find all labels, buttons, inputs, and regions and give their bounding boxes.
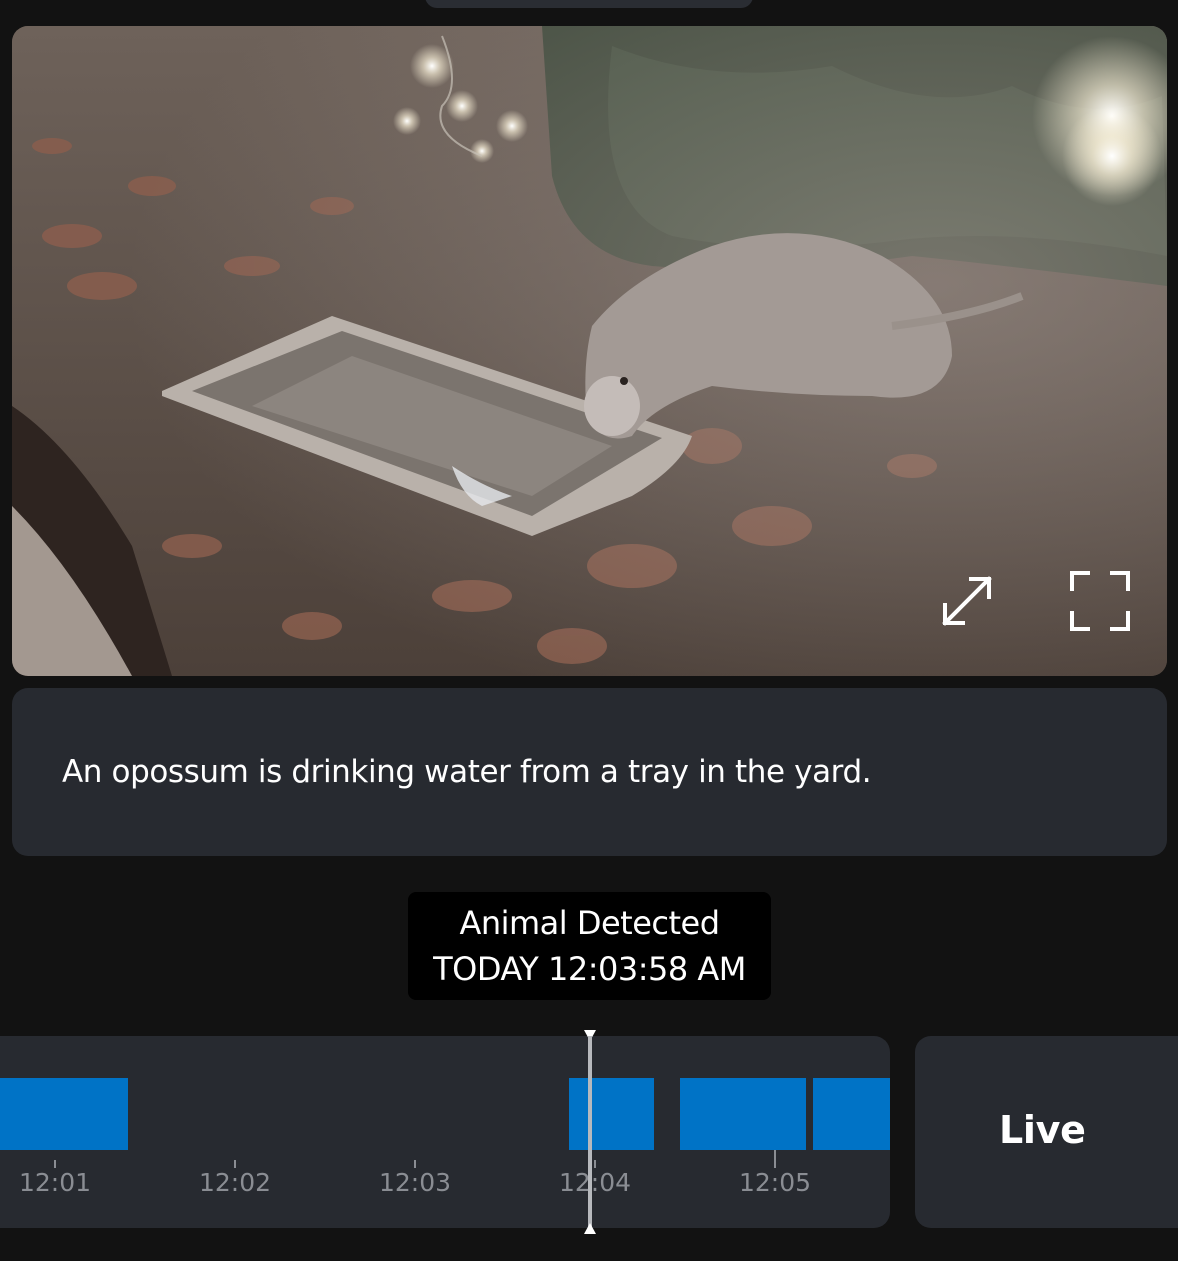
video-player[interactable]: [12, 26, 1167, 676]
event-tooltip: Animal Detected TODAY 12:03:58 AM: [408, 892, 771, 1000]
timeline-event-segment[interactable]: [813, 1078, 890, 1150]
event-type-label: Animal Detected: [459, 904, 720, 942]
timeline-event-segment[interactable]: [680, 1078, 806, 1150]
camera-event-view: An opossum is drinking water from a tray…: [0, 0, 1178, 1261]
timeline-event-segment[interactable]: [569, 1078, 654, 1150]
timeline-tick-label: 12:03: [379, 1168, 451, 1197]
fullscreen-corners-icon: [1070, 571, 1130, 631]
timeline-event-segment[interactable]: [0, 1078, 128, 1150]
timeline-track: 12:01 12:02 12:03 12:04 12:05: [0, 1078, 890, 1197]
timeline-playhead[interactable]: [583, 1028, 597, 1236]
timeline-tick-label: 12:05: [739, 1168, 811, 1197]
live-button[interactable]: Live: [915, 1036, 1178, 1228]
event-description-card: An opossum is drinking water from a tray…: [12, 688, 1167, 856]
event-timeline[interactable]: 12:01 12:02 12:03 12:04 12:05: [0, 1036, 890, 1228]
diagonal-expand-icon: [942, 576, 992, 626]
expand-button[interactable]: [932, 566, 1002, 636]
live-button-label: Live: [999, 1108, 1086, 1152]
event-timestamp: TODAY 12:03:58 AM: [433, 950, 746, 988]
event-description: An opossum is drinking water from a tray…: [62, 754, 872, 790]
fullscreen-button[interactable]: [1065, 566, 1135, 636]
timeline-tick-label: 12:01: [19, 1168, 91, 1197]
timeline-tick-label: 12:02: [199, 1168, 271, 1197]
top-sheet-handle[interactable]: [425, 0, 753, 8]
